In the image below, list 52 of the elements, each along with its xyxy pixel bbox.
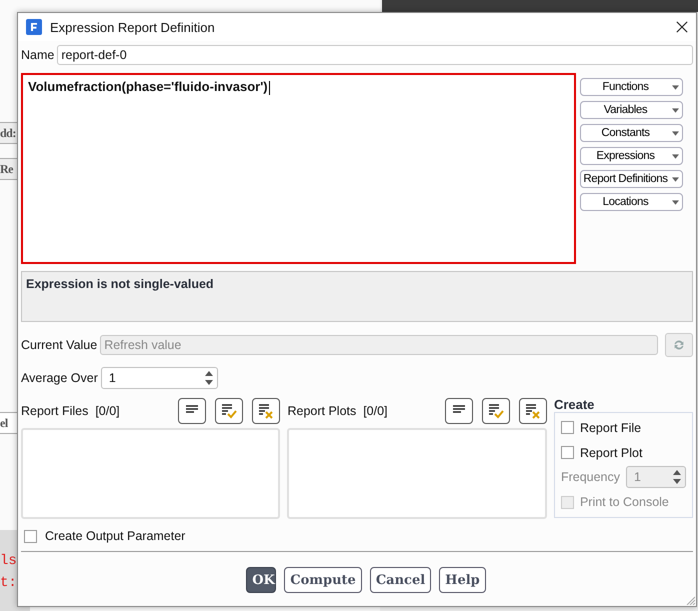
average-over-spinbox[interactable]: 1 — [100, 367, 218, 389]
current-value-label: Current Value — [21, 338, 98, 352]
checkbox[interactable] — [560, 446, 574, 459]
spin-arrows-icon[interactable] — [204, 369, 214, 387]
select-all-button[interactable] — [482, 398, 510, 424]
dialog-button[interactable]: Cancel — [370, 567, 432, 593]
list-label: Report Files [0/0] — [21, 404, 120, 418]
app-icon — [26, 19, 42, 35]
dialog-button[interactable]: OK — [246, 567, 276, 593]
checkbox-label: Create Output Parameter — [45, 529, 186, 543]
deselect-all-button[interactable] — [518, 398, 547, 424]
dropdown-arrow-icon — [672, 85, 679, 90]
checkbox-label: Report File — [580, 420, 642, 435]
dropdown-arrow-icon — [672, 108, 679, 113]
select-all-button[interactable] — [215, 398, 244, 424]
insert-dropdown[interactable]: Functions — [580, 78, 683, 96]
dropdown-arrow-icon — [672, 131, 679, 136]
checkbox-label: Print to Console — [580, 495, 669, 510]
lines-cross-icon — [524, 403, 541, 419]
dropdown-arrow-icon — [672, 177, 679, 182]
window-title: Expression Report Definition — [50, 20, 216, 34]
list-label: Report Plots [0/0] — [287, 404, 388, 418]
average-over-label: Average Over — [21, 371, 98, 385]
lines-check-icon — [221, 403, 238, 419]
list-button[interactable] — [444, 398, 473, 424]
expression-editor[interactable]: Volumefraction(phase='fluido-invasor') — [21, 73, 576, 264]
checkbox[interactable] — [24, 530, 37, 542]
lines-check-icon — [488, 403, 504, 419]
insert-dropdown[interactable]: Constants — [580, 124, 683, 142]
checkbox[interactable] — [560, 421, 574, 434]
create-heading: Create — [554, 397, 596, 412]
insert-dropdown[interactable]: Locations — [580, 193, 683, 211]
console-line: t: — [0, 574, 17, 593]
lines-cross-icon — [258, 403, 274, 419]
error-message: Expression is not single-valued — [26, 277, 214, 291]
name-label: Name — [21, 48, 54, 62]
refresh-icon — [672, 338, 686, 352]
insert-dropdown[interactable]: Expressions — [580, 147, 683, 165]
dropdown-arrow-icon — [672, 200, 679, 205]
insert-dropdown[interactable]: Report Definitions — [580, 170, 683, 188]
dialog-button[interactable]: Compute — [284, 567, 362, 593]
deselect-all-button[interactable] — [252, 398, 280, 424]
insert-dropdown[interactable]: Variables — [580, 101, 683, 119]
name-field[interactable]: report-def-0 — [57, 45, 693, 65]
resize-grip-icon[interactable] — [685, 595, 695, 605]
dialog-button[interactable]: Help — [439, 567, 486, 593]
list-button[interactable] — [178, 398, 206, 424]
frequency-label: Frequency — [560, 470, 620, 484]
close-icon[interactable] — [676, 21, 688, 33]
console-line: ls — [0, 552, 17, 571]
checkbox-label: Report Plot — [580, 446, 642, 460]
dropdown-arrow-icon — [672, 154, 679, 159]
